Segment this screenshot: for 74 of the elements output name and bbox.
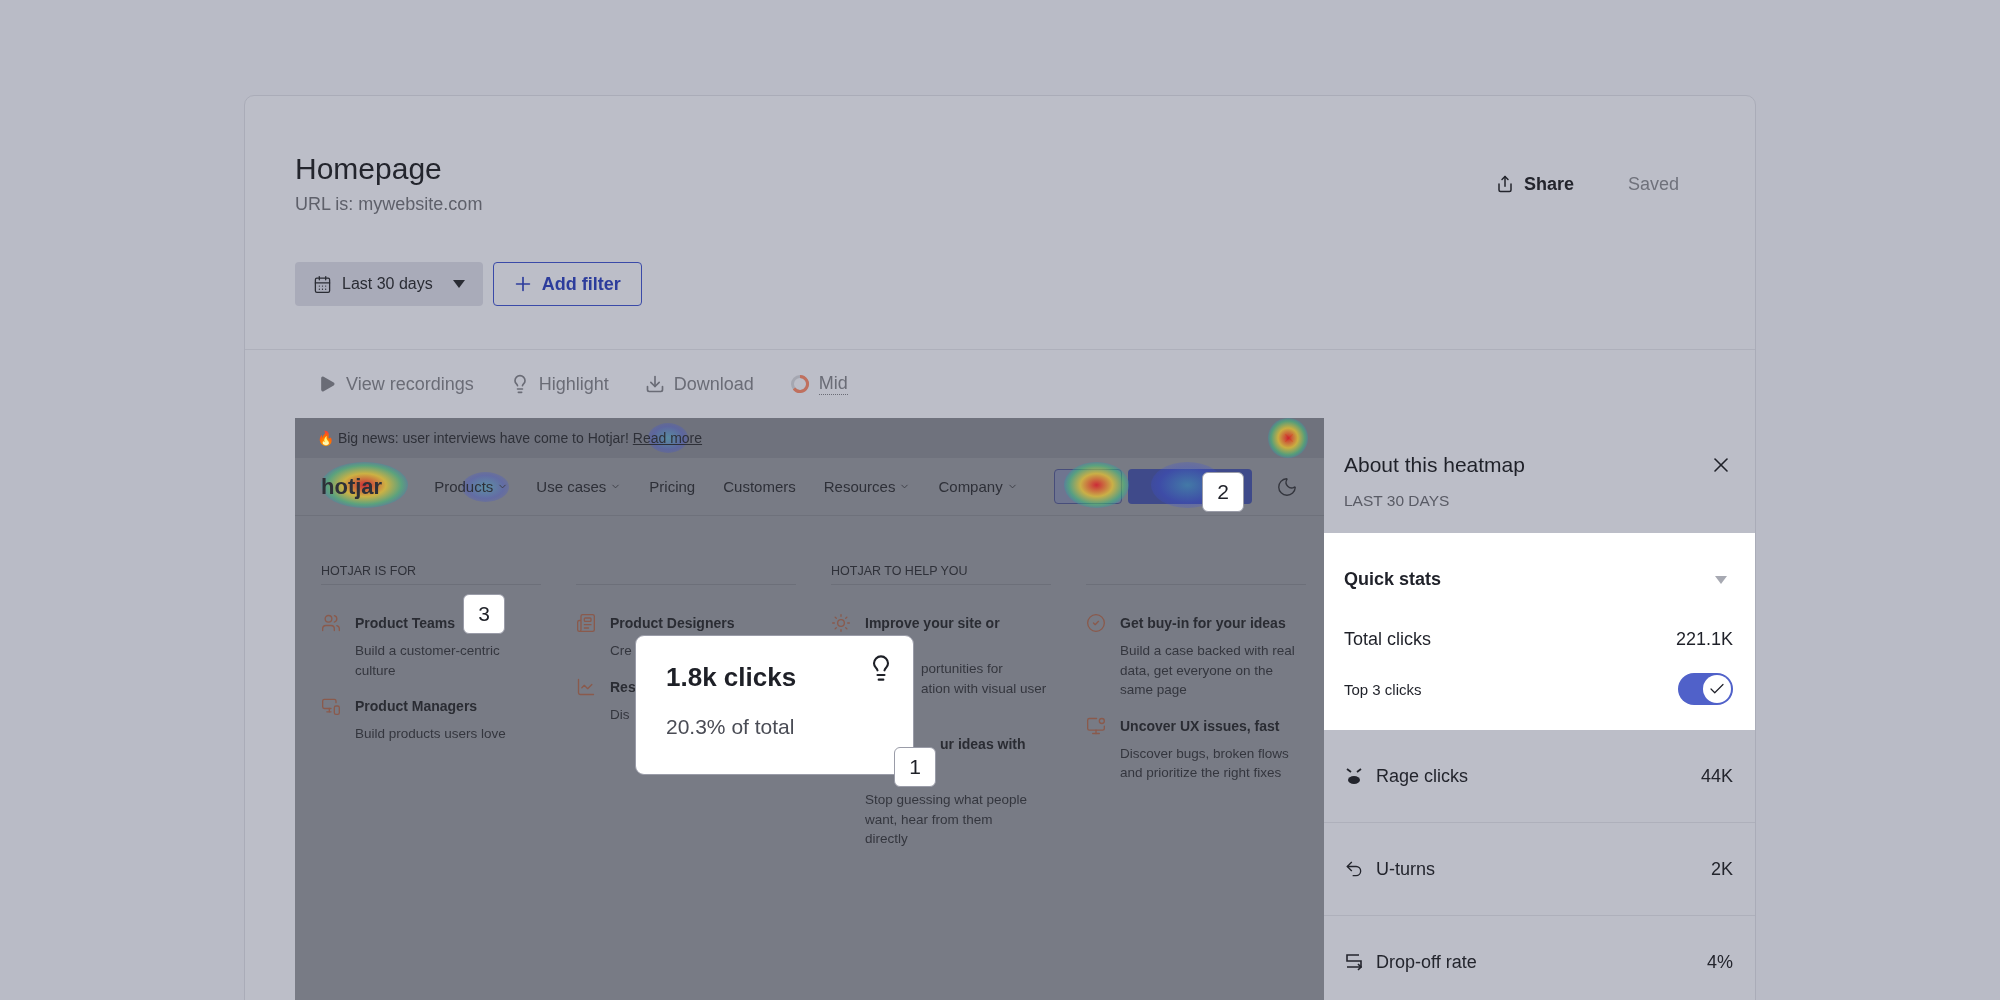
banner-text: 🔥 Big news: user interviews have come to Hotjar! bbox=[317, 430, 630, 446]
chart-icon bbox=[576, 676, 596, 697]
menu-item-title[interactable]: Product Designers bbox=[610, 613, 735, 633]
devices-icon bbox=[321, 696, 341, 716]
panel-subtitle: LAST 30 DAYS bbox=[1344, 492, 1451, 510]
menu-item-title[interactable]: Res bbox=[610, 676, 636, 697]
drop-off-icon bbox=[1344, 953, 1364, 971]
sun-icon bbox=[831, 613, 851, 633]
nav-link[interactable]: Company bbox=[938, 478, 1018, 495]
menu-item-description: Build a case backed with real data, get everyone on the same page bbox=[1120, 642, 1295, 699]
share-icon bbox=[1495, 175, 1514, 193]
saved-label: Saved bbox=[1627, 173, 1679, 195]
quick-stats-title: Quick stats bbox=[1344, 569, 1442, 590]
heatmap-spot bbox=[1064, 462, 1129, 508]
menu-item-description: Discover bugs, broken flows and prioritize the right fixes bbox=[1120, 744, 1289, 782]
toolbar-button[interactable]: View recordings bbox=[317, 373, 474, 395]
nav-link[interactable]: Pricing bbox=[649, 478, 696, 495]
tooltip-subtitle: 20.3% of total bbox=[666, 715, 796, 739]
menu-item-description: Build products users love bbox=[355, 725, 506, 743]
toggle-switch[interactable] bbox=[1678, 673, 1733, 705]
section-heading: HOTJAR TO HELP YOU bbox=[831, 564, 969, 580]
rank-marker: 1 bbox=[894, 747, 936, 787]
add-filter-button[interactable]: Add filter bbox=[492, 262, 642, 306]
monitor-icon bbox=[1086, 715, 1106, 736]
metric-label: Rage clicks bbox=[1376, 765, 1470, 787]
calendar-icon bbox=[313, 274, 332, 294]
toolbar-button[interactable]: Highlight bbox=[509, 373, 609, 395]
menu-item-title[interactable]: Get buy-in for your ideas bbox=[1120, 613, 1286, 633]
page-title: Homepage bbox=[295, 152, 443, 186]
date-range-dropdown[interactable]: Last 30 days bbox=[295, 262, 483, 306]
toolbar-button[interactable]: Download bbox=[644, 373, 754, 395]
stat-label: Total clicks bbox=[1344, 629, 1432, 650]
menu-item-description: Cre bbox=[610, 642, 632, 660]
menu-item-description: Dis bbox=[610, 705, 630, 724]
progress-ring-icon bbox=[789, 374, 810, 394]
check-circle-icon bbox=[1086, 613, 1106, 633]
nav-link[interactable]: Resources bbox=[823, 478, 911, 495]
u-turn-icon bbox=[1344, 859, 1364, 879]
read-more-link[interactable]: Read more bbox=[632, 430, 703, 446]
layout-icon bbox=[576, 613, 596, 633]
close-icon bbox=[1282, 431, 1296, 445]
nav-link[interactable]: Customers bbox=[723, 478, 796, 495]
menu-item-title[interactable]: ur ideas with bbox=[940, 734, 1026, 754]
metric-label: Drop-off rate bbox=[1376, 951, 1478, 973]
menu-item-title[interactable]: Product Managers bbox=[355, 696, 478, 716]
toolbar-button[interactable]: Mid bbox=[789, 373, 848, 395]
metric-value: 2K bbox=[1710, 858, 1733, 880]
caret-icon bbox=[452, 280, 465, 288]
nav-link[interactable]: Products bbox=[434, 478, 509, 495]
page-url: URL is: mywebsite.com bbox=[295, 194, 483, 215]
panel-title: About this heatmap bbox=[1344, 453, 1525, 477]
menu-item-title[interactable]: Uncover UX issues, fast bbox=[1120, 715, 1280, 736]
metric-value: 44K bbox=[1700, 765, 1733, 787]
menu-item-description: portunities for ation with visual user bbox=[921, 660, 1047, 698]
angry-face-icon bbox=[1344, 767, 1364, 785]
menu-item-description: Build a customer-centric culture bbox=[355, 642, 500, 680]
menu-item-title[interactable]: Improve your site or bbox=[865, 613, 1000, 633]
menu-item-description: Stop guessing what people want, hear from them directly bbox=[865, 791, 1028, 848]
stat-value: 221.1K bbox=[1675, 629, 1733, 650]
metric-label: U-turns bbox=[1376, 858, 1436, 880]
moon-icon bbox=[1276, 475, 1298, 498]
section-heading: HOTJAR IS FOR bbox=[321, 564, 418, 580]
metric-value: 4% bbox=[1707, 951, 1733, 973]
tooltip-title: 1.8k clicks bbox=[666, 662, 798, 693]
menu-item-title[interactable]: Product Teams bbox=[355, 613, 456, 633]
rank-marker: 3 bbox=[463, 594, 505, 634]
download-icon bbox=[644, 374, 665, 394]
heatmap-spot bbox=[1268, 418, 1308, 458]
share-button[interactable]: Share bbox=[1495, 173, 1574, 195]
toggle-label: Top 3 clicks bbox=[1344, 680, 1422, 698]
nav-link[interactable]: Use cases bbox=[536, 478, 622, 495]
people-icon bbox=[321, 613, 341, 633]
sign-in-button[interactable] bbox=[1054, 469, 1122, 504]
rank-marker: 2 bbox=[1202, 472, 1244, 512]
